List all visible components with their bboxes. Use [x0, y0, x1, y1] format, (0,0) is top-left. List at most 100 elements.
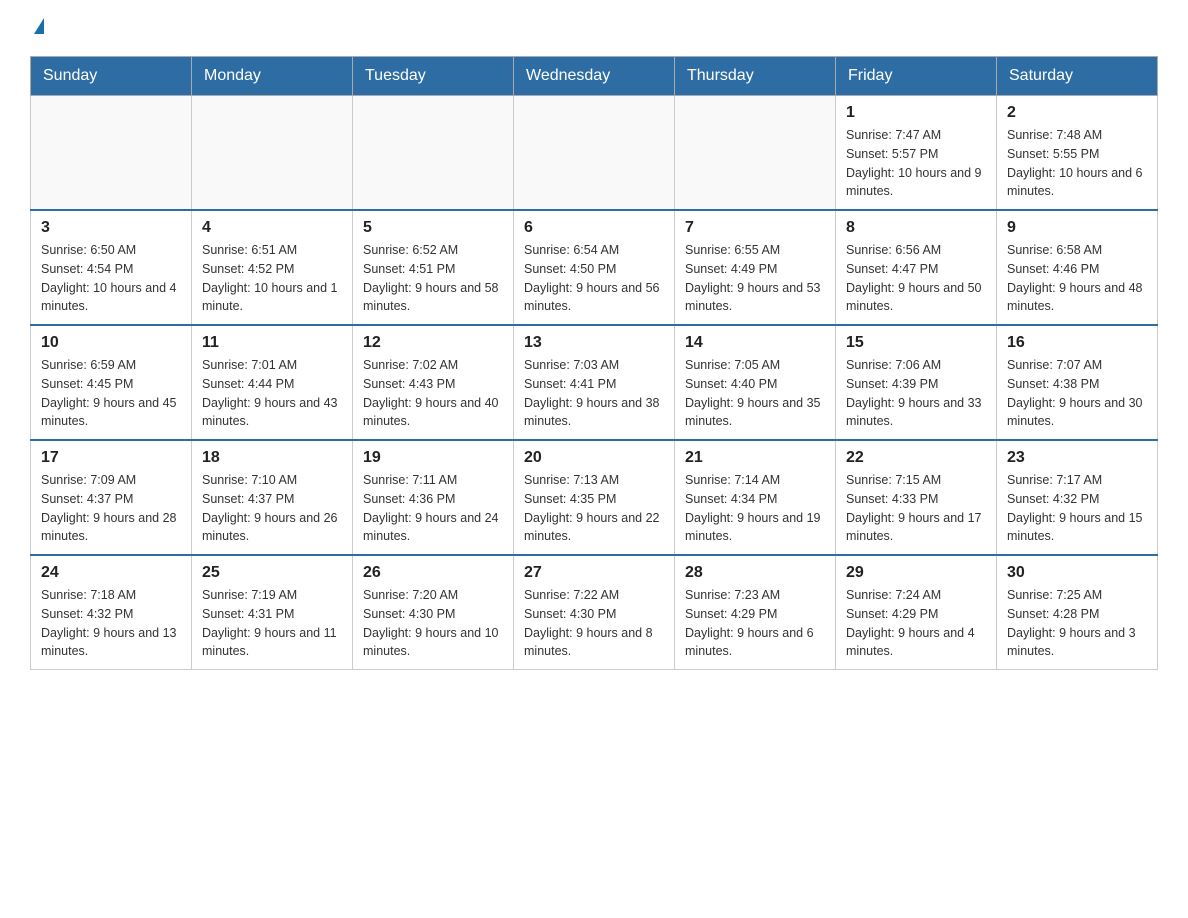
header	[30, 20, 1158, 36]
day-info: Sunrise: 7:48 AM Sunset: 5:55 PM Dayligh…	[1007, 126, 1147, 201]
day-number: 1	[846, 104, 986, 122]
calendar-cell: 1 Sunrise: 7:47 AM Sunset: 5:57 PM Daylig…	[836, 96, 997, 211]
day-number: 23	[1007, 449, 1147, 467]
day-info: Sunrise: 7:01 AM Sunset: 4:44 PM Dayligh…	[202, 356, 342, 431]
header-tuesday: Tuesday	[353, 57, 514, 96]
calendar-cell: 22 Sunrise: 7:15 AM Sunset: 4:33 PM Dayli…	[836, 440, 997, 555]
calendar: SundayMondayTuesdayWednesdayThursdayFrid…	[30, 56, 1158, 670]
day-info: Sunrise: 7:23 AM Sunset: 4:29 PM Dayligh…	[685, 586, 825, 661]
day-number: 28	[685, 564, 825, 582]
day-number: 24	[41, 564, 181, 582]
day-info: Sunrise: 7:06 AM Sunset: 4:39 PM Dayligh…	[846, 356, 986, 431]
calendar-week-1: 1 Sunrise: 7:47 AM Sunset: 5:57 PM Daylig…	[31, 96, 1158, 211]
day-number: 13	[524, 334, 664, 352]
header-monday: Monday	[192, 57, 353, 96]
calendar-cell	[31, 96, 192, 211]
calendar-cell: 6 Sunrise: 6:54 AM Sunset: 4:50 PM Daylig…	[514, 210, 675, 325]
day-number: 20	[524, 449, 664, 467]
day-info: Sunrise: 6:55 AM Sunset: 4:49 PM Dayligh…	[685, 241, 825, 316]
header-saturday: Saturday	[997, 57, 1158, 96]
calendar-cell: 10Sunrise: 6:59 AM Sunset: 4:45 PM Dayli…	[31, 325, 192, 440]
day-info: Sunrise: 7:02 AM Sunset: 4:43 PM Dayligh…	[363, 356, 503, 431]
calendar-cell: 19Sunrise: 7:11 AM Sunset: 4:36 PM Dayli…	[353, 440, 514, 555]
calendar-cell: 2 Sunrise: 7:48 AM Sunset: 5:55 PM Daylig…	[997, 96, 1158, 211]
calendar-cell: 16 Sunrise: 7:07 AM Sunset: 4:38 PM Dayli…	[997, 325, 1158, 440]
calendar-week-3: 10Sunrise: 6:59 AM Sunset: 4:45 PM Dayli…	[31, 325, 1158, 440]
day-number: 3	[41, 219, 181, 237]
day-info: Sunrise: 7:03 AM Sunset: 4:41 PM Dayligh…	[524, 356, 664, 431]
calendar-cell: 20 Sunrise: 7:13 AM Sunset: 4:35 PM Dayli…	[514, 440, 675, 555]
calendar-cell: 30 Sunrise: 7:25 AM Sunset: 4:28 PM Dayli…	[997, 555, 1158, 670]
calendar-cell: 27 Sunrise: 7:22 AM Sunset: 4:30 PM Dayli…	[514, 555, 675, 670]
day-number: 12	[363, 334, 503, 352]
calendar-week-2: 3 Sunrise: 6:50 AM Sunset: 4:54 PM Daylig…	[31, 210, 1158, 325]
calendar-cell: 14 Sunrise: 7:05 AM Sunset: 4:40 PM Dayli…	[675, 325, 836, 440]
header-friday: Friday	[836, 57, 997, 96]
day-number: 8	[846, 219, 986, 237]
day-number: 6	[524, 219, 664, 237]
day-info: Sunrise: 6:50 AM Sunset: 4:54 PM Dayligh…	[41, 241, 181, 316]
day-info: Sunrise: 7:13 AM Sunset: 4:35 PM Dayligh…	[524, 471, 664, 546]
day-number: 21	[685, 449, 825, 467]
day-number: 22	[846, 449, 986, 467]
calendar-cell: 18 Sunrise: 7:10 AM Sunset: 4:37 PM Dayli…	[192, 440, 353, 555]
calendar-cell: 3 Sunrise: 6:50 AM Sunset: 4:54 PM Daylig…	[31, 210, 192, 325]
day-info: Sunrise: 7:20 AM Sunset: 4:30 PM Dayligh…	[363, 586, 503, 661]
day-info: Sunrise: 7:10 AM Sunset: 4:37 PM Dayligh…	[202, 471, 342, 546]
calendar-cell	[192, 96, 353, 211]
day-info: Sunrise: 6:54 AM Sunset: 4:50 PM Dayligh…	[524, 241, 664, 316]
day-number: 29	[846, 564, 986, 582]
calendar-cell: 15 Sunrise: 7:06 AM Sunset: 4:39 PM Dayli…	[836, 325, 997, 440]
calendar-cell: 8 Sunrise: 6:56 AM Sunset: 4:47 PM Daylig…	[836, 210, 997, 325]
day-info: Sunrise: 6:51 AM Sunset: 4:52 PM Dayligh…	[202, 241, 342, 316]
day-number: 15	[846, 334, 986, 352]
calendar-cell: 24 Sunrise: 7:18 AM Sunset: 4:32 PM Dayli…	[31, 555, 192, 670]
calendar-cell: 12 Sunrise: 7:02 AM Sunset: 4:43 PM Dayli…	[353, 325, 514, 440]
day-number: 18	[202, 449, 342, 467]
calendar-cell: 7 Sunrise: 6:55 AM Sunset: 4:49 PM Daylig…	[675, 210, 836, 325]
calendar-cell	[514, 96, 675, 211]
day-number: 25	[202, 564, 342, 582]
day-info: Sunrise: 6:56 AM Sunset: 4:47 PM Dayligh…	[846, 241, 986, 316]
calendar-cell: 5 Sunrise: 6:52 AM Sunset: 4:51 PM Daylig…	[353, 210, 514, 325]
day-number: 26	[363, 564, 503, 582]
calendar-cell: 25Sunrise: 7:19 AM Sunset: 4:31 PM Dayli…	[192, 555, 353, 670]
day-info: Sunrise: 7:22 AM Sunset: 4:30 PM Dayligh…	[524, 586, 664, 661]
day-number: 30	[1007, 564, 1147, 582]
calendar-cell: 26 Sunrise: 7:20 AM Sunset: 4:30 PM Dayli…	[353, 555, 514, 670]
header-thursday: Thursday	[675, 57, 836, 96]
header-sunday: Sunday	[31, 57, 192, 96]
day-info: Sunrise: 7:07 AM Sunset: 4:38 PM Dayligh…	[1007, 356, 1147, 431]
day-info: Sunrise: 7:05 AM Sunset: 4:40 PM Dayligh…	[685, 356, 825, 431]
day-info: Sunrise: 7:18 AM Sunset: 4:32 PM Dayligh…	[41, 586, 181, 661]
logo	[30, 20, 44, 36]
day-number: 27	[524, 564, 664, 582]
calendar-cell	[675, 96, 836, 211]
calendar-cell: 4 Sunrise: 6:51 AM Sunset: 4:52 PM Daylig…	[192, 210, 353, 325]
day-number: 14	[685, 334, 825, 352]
day-number: 16	[1007, 334, 1147, 352]
calendar-cell: 13 Sunrise: 7:03 AM Sunset: 4:41 PM Dayli…	[514, 325, 675, 440]
day-info: Sunrise: 6:52 AM Sunset: 4:51 PM Dayligh…	[363, 241, 503, 316]
calendar-cell	[353, 96, 514, 211]
calendar-cell: 29Sunrise: 7:24 AM Sunset: 4:29 PM Dayli…	[836, 555, 997, 670]
day-info: Sunrise: 7:14 AM Sunset: 4:34 PM Dayligh…	[685, 471, 825, 546]
calendar-cell: 23Sunrise: 7:17 AM Sunset: 4:32 PM Dayli…	[997, 440, 1158, 555]
day-number: 11	[202, 334, 342, 352]
header-wednesday: Wednesday	[514, 57, 675, 96]
day-number: 9	[1007, 219, 1147, 237]
day-number: 4	[202, 219, 342, 237]
day-number: 5	[363, 219, 503, 237]
day-number: 7	[685, 219, 825, 237]
day-number: 10	[41, 334, 181, 352]
calendar-cell: 11 Sunrise: 7:01 AM Sunset: 4:44 PM Dayli…	[192, 325, 353, 440]
day-info: Sunrise: 7:15 AM Sunset: 4:33 PM Dayligh…	[846, 471, 986, 546]
day-number: 2	[1007, 104, 1147, 122]
day-number: 17	[41, 449, 181, 467]
calendar-week-4: 17Sunrise: 7:09 AM Sunset: 4:37 PM Dayli…	[31, 440, 1158, 555]
calendar-cell: 17Sunrise: 7:09 AM Sunset: 4:37 PM Dayli…	[31, 440, 192, 555]
day-info: Sunrise: 7:25 AM Sunset: 4:28 PM Dayligh…	[1007, 586, 1147, 661]
calendar-week-5: 24 Sunrise: 7:18 AM Sunset: 4:32 PM Dayli…	[31, 555, 1158, 670]
logo-triangle-icon	[34, 18, 44, 34]
day-info: Sunrise: 7:47 AM Sunset: 5:57 PM Dayligh…	[846, 126, 986, 201]
